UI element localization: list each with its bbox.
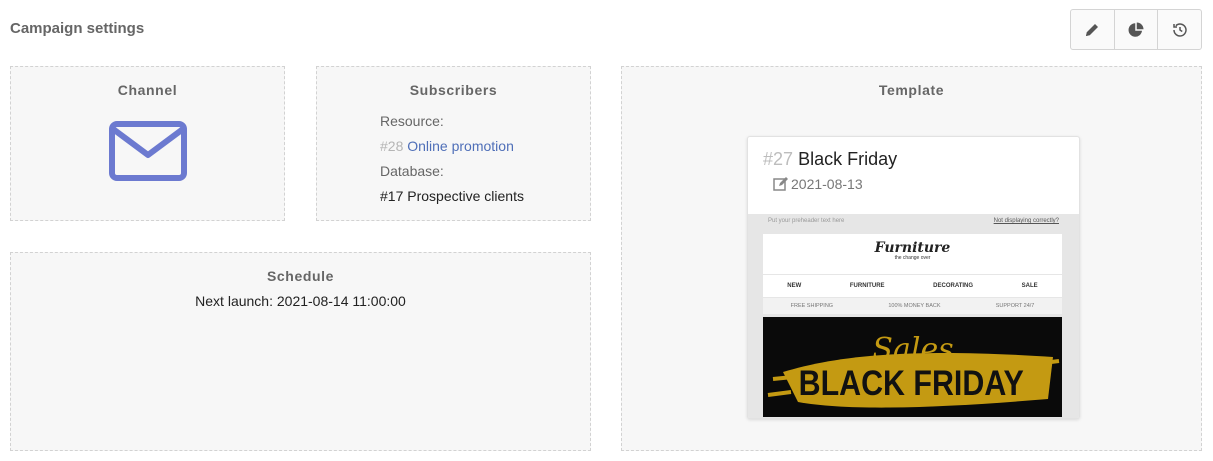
stats-button[interactable] [1115,10,1159,49]
next-launch: Next launch: 2021-08-14 11:00:00 [195,293,406,309]
edit-icon [773,177,788,191]
banner-text: BLACK FRIDAY [799,363,1024,403]
database-value: #17 Prospective clients [380,188,524,204]
envelope-icon [109,121,187,181]
page-title: Campaign settings [10,20,145,37]
template-number: #27 [763,149,794,169]
template-name: Black Friday [798,149,898,169]
database-label: Database: [380,163,444,179]
template-preview-card[interactable]: #27 Black Friday 2021-08-13 Put your pre… [747,136,1080,419]
preheader-text: Put your preheader text here [768,218,845,224]
email-perk: 100% MONEY BACK [888,303,941,309]
subscribers-card: Subscribers Resource: #28 Online promoti… [316,66,591,221]
banner-script: Sales [872,332,953,367]
email-nav-item: FURNITURE [849,283,885,289]
black-friday-banner: Sales BLACK FRIDAY [763,317,1062,417]
toolbar [1070,9,1202,50]
email-preview: Put your preheader text here Not display… [748,214,1079,418]
channel-card: Channel [10,66,285,221]
history-icon [1172,22,1187,37]
template-card: Template #27 Black Friday 2021-08-13 Put… [621,66,1202,451]
email-perk: SUPPORT 24/7 [995,303,1035,309]
logo-text: Furniture [874,240,951,256]
pencil-icon [1086,23,1099,36]
email-perk: FREE SHIPPING [790,303,834,309]
subscribers-title: Subscribers [409,82,498,98]
history-button[interactable] [1158,10,1201,49]
email-nav-item: NEW [787,283,802,289]
resource-number: #28 [380,138,404,154]
resource-link[interactable]: Online promotion [407,138,514,154]
template-title: Template [878,82,945,98]
resource-label: Resource: [380,113,444,129]
email-nav-item: DECORATING [933,283,974,289]
schedule-card: Schedule Next launch: 2021-08-14 11:00:0… [10,252,591,451]
logo-subtext: the change over [894,255,931,261]
pie-chart-icon [1128,22,1144,37]
edit-button[interactable] [1071,10,1115,49]
channel-title: Channel [117,82,178,98]
email-perks: FREE SHIPPING 100% MONEY BACK SUPPORT 24… [763,298,1062,314]
not-displaying-link: Not displaying correctly? [993,218,1059,224]
email-nav: NEW FURNITURE DECORATING SALE [763,275,1062,297]
schedule-title: Schedule [266,268,335,284]
email-nav-item: SALE [1021,283,1038,289]
email-logo: Furniture the change over [763,234,1062,274]
template-date: 2021-08-13 [791,176,863,192]
